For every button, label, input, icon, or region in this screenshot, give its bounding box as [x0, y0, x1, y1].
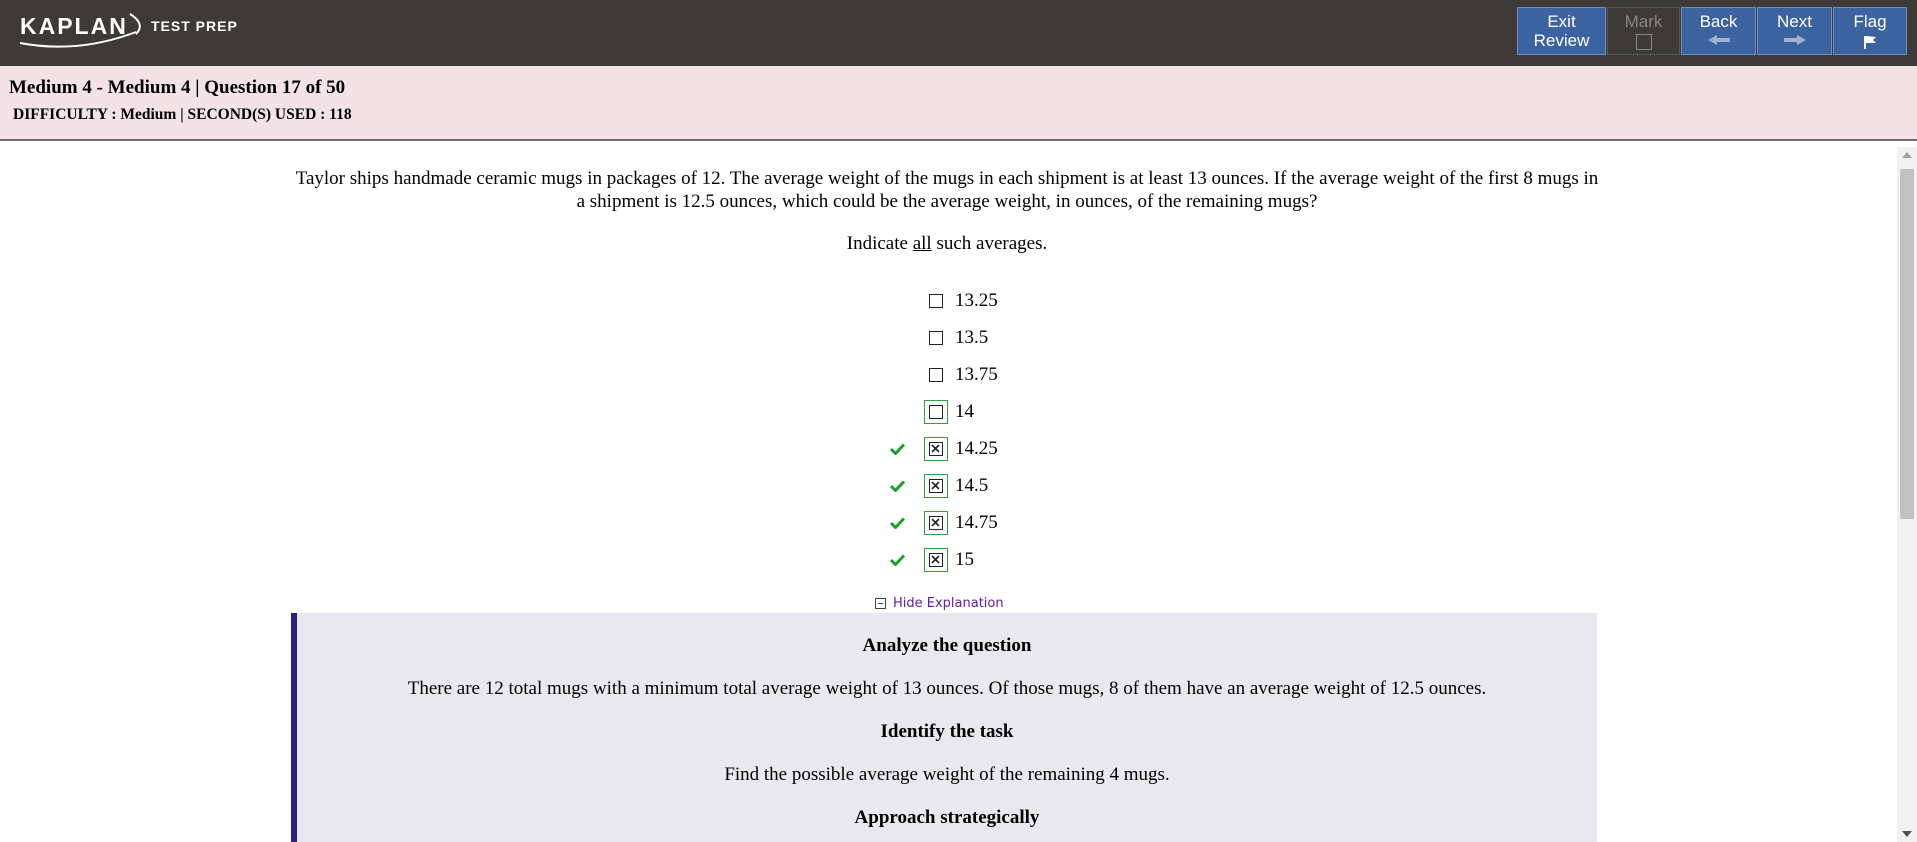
logo-tagline: TEST PREP: [151, 18, 238, 34]
unchecked-box-icon: [929, 367, 943, 382]
question-info-bar: Medium 4 - Medium 4 | Question 17 of 50 …: [0, 66, 1917, 141]
question-content: Taylor ships handmade ceramic mugs in pa…: [0, 143, 1897, 842]
collapse-icon: [875, 598, 886, 609]
checked-box-icon: [929, 478, 943, 493]
answer-checkbox[interactable]: [924, 473, 948, 498]
answer-choice[interactable]: 13.75: [890, 356, 998, 393]
answer-checkbox[interactable]: [924, 399, 948, 424]
answer-choice-label: 14: [955, 400, 974, 422]
question-instruction: Indicate all such averages.: [292, 233, 1602, 255]
correct-checkmark-icon: [890, 550, 920, 570]
logo-wordmark: KAPLAN: [20, 13, 128, 39]
explanation-heading-approach: Approach strategically: [854, 807, 1040, 828]
unchecked-box-icon: [929, 330, 943, 345]
answer-checkbox[interactable]: [924, 363, 948, 387]
correct-checkmark-icon: [890, 513, 920, 533]
exit-review-label-line2: Review: [1533, 31, 1590, 50]
hide-explanation-toggle[interactable]: Hide Explanation: [875, 596, 1004, 611]
explanation-heading-task: Identify the task: [880, 721, 1014, 742]
flag-button[interactable]: Flag: [1833, 7, 1907, 55]
checked-box-icon: [929, 515, 943, 530]
explanation-heading-analyze: Analyze the question: [862, 635, 1032, 656]
answer-choices: 13.25 13.5 13.75 14 14.25 14.5 14.75 15: [890, 282, 998, 578]
exit-review-button[interactable]: Exit Review: [1517, 7, 1606, 55]
answer-checkbox[interactable]: [924, 547, 948, 572]
instruction-text-post: such averages.: [931, 233, 1048, 254]
mark-button[interactable]: Mark: [1607, 7, 1680, 55]
navigation-buttons: Exit Review Mark Back Next Flag: [1517, 7, 1907, 55]
exit-review-label-line1: Exit: [1547, 12, 1576, 31]
answer-choice[interactable]: 14.25: [890, 430, 998, 467]
checked-box-icon: [929, 441, 943, 456]
mark-checkbox-icon: [1635, 34, 1652, 50]
correct-checkmark-icon: [890, 439, 920, 459]
hide-explanation-label: Hide Explanation: [893, 596, 1004, 611]
answer-checkbox[interactable]: [924, 289, 948, 313]
checkmark-placeholder: [890, 328, 920, 348]
answer-choice-label: 13.75: [955, 363, 998, 385]
answer-choice-label: 14.75: [955, 511, 998, 533]
answer-checkbox[interactable]: [924, 436, 948, 461]
next-button[interactable]: Next: [1757, 7, 1832, 55]
flag-icon: [1864, 36, 1876, 49]
answer-choice[interactable]: 13.25: [890, 282, 998, 319]
instruction-text-pre: Indicate: [846, 233, 913, 254]
back-button[interactable]: Back: [1681, 7, 1756, 55]
arrow-left-icon: [1707, 35, 1730, 45]
explanation-text-analyze: There are 12 total mugs with a minimum t…: [407, 678, 1487, 699]
answer-choice[interactable]: 14: [890, 393, 998, 430]
unchecked-box-icon: [929, 404, 943, 419]
answer-choice-label: 13.25: [955, 289, 998, 311]
unchecked-box-icon: [929, 293, 943, 308]
top-bar: KAPLAN TEST PREP Exit Review Mark Back N…: [0, 0, 1917, 66]
correct-checkmark-icon: [890, 476, 920, 496]
instruction-emphasis: all: [912, 233, 932, 254]
checkmark-placeholder: [890, 402, 920, 422]
checkmark-placeholder: [890, 291, 920, 311]
explanation-panel: Analyze the question There are 12 total …: [291, 613, 1597, 842]
arrow-right-icon: [1783, 35, 1806, 45]
answer-choice[interactable]: 14.75: [890, 504, 998, 541]
question-title: Medium 4 - Medium 4 | Question 17 of 50: [9, 77, 346, 98]
back-label: Back: [1699, 12, 1738, 31]
answer-choice[interactable]: 14.5: [890, 467, 998, 504]
answer-checkbox[interactable]: [924, 326, 948, 350]
answer-choice-label: 13.5: [955, 326, 989, 348]
question-meta: DIFFICULTY : Medium | SECOND(S) USED : 1…: [13, 106, 352, 123]
vertical-scrollbar[interactable]: [1897, 147, 1917, 842]
answer-choice-label: 14.5: [955, 474, 989, 496]
next-label: Next: [1777, 12, 1812, 31]
scroll-thumb[interactable]: [1900, 169, 1914, 519]
scroll-up-arrow-icon[interactable]: [1902, 152, 1912, 158]
answer-checkbox[interactable]: [924, 510, 948, 535]
question-stem: Taylor ships handmade ceramic mugs in pa…: [295, 168, 1599, 212]
answer-choice-label: 15: [955, 548, 974, 570]
answer-choice[interactable]: 15: [890, 541, 998, 578]
answer-choice[interactable]: 13.5: [890, 319, 998, 356]
checkmark-placeholder: [890, 365, 920, 385]
flag-label: Flag: [1853, 12, 1887, 31]
checked-box-icon: [929, 552, 943, 567]
scroll-down-arrow-icon[interactable]: [1902, 831, 1912, 837]
mark-label: Mark: [1624, 12, 1663, 31]
answer-choice-label: 14.25: [955, 437, 998, 459]
explanation-text-task: Find the possible average weight of the …: [724, 764, 1170, 785]
